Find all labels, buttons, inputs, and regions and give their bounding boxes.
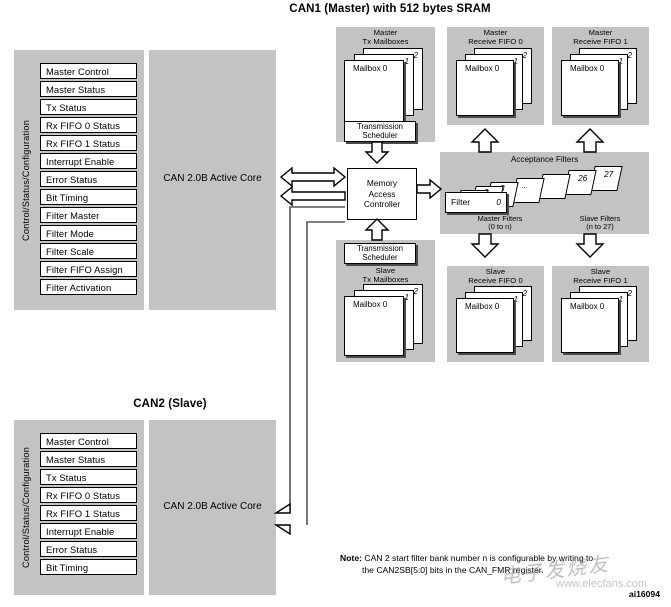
can-block-diagram: CAN1 (Master) with 512 bytes SRAM Contro… (0, 0, 671, 607)
note-label: Note: (340, 553, 362, 563)
note-block: Note: CAN 2 start filter bank number n i… (340, 552, 650, 577)
filters-to-master-fifo0-arrow (470, 128, 500, 153)
filters-to-master-fifo1-arrow (575, 128, 605, 153)
master-scheduler-to-mac-arrow (364, 141, 390, 164)
mac-to-filters-arrow (416, 178, 443, 200)
note-line-1: CAN 2 start filter bank number n is conf… (364, 553, 594, 563)
figure-id: ai16094 (628, 589, 660, 599)
connector-arrows (273, 128, 605, 536)
filters-to-slave-fifo0-arrow (470, 233, 500, 258)
mac-to-can2-line-b (306, 221, 345, 525)
can2-arrowhead-a (273, 502, 291, 514)
can1-core-to-mac-arrow-upper (279, 166, 347, 188)
filters-to-slave-fifo1-arrow (575, 233, 605, 258)
slave-scheduler-to-mac-arrow (364, 218, 390, 241)
note-line-2: the CAN2SB[5:0] bits in the CAN_FMR regi… (362, 565, 544, 576)
can1-core-to-mac-arrow-lower (279, 185, 346, 207)
can2-arrowhead-b (273, 524, 291, 536)
mac-to-can2-line-a (289, 206, 345, 513)
